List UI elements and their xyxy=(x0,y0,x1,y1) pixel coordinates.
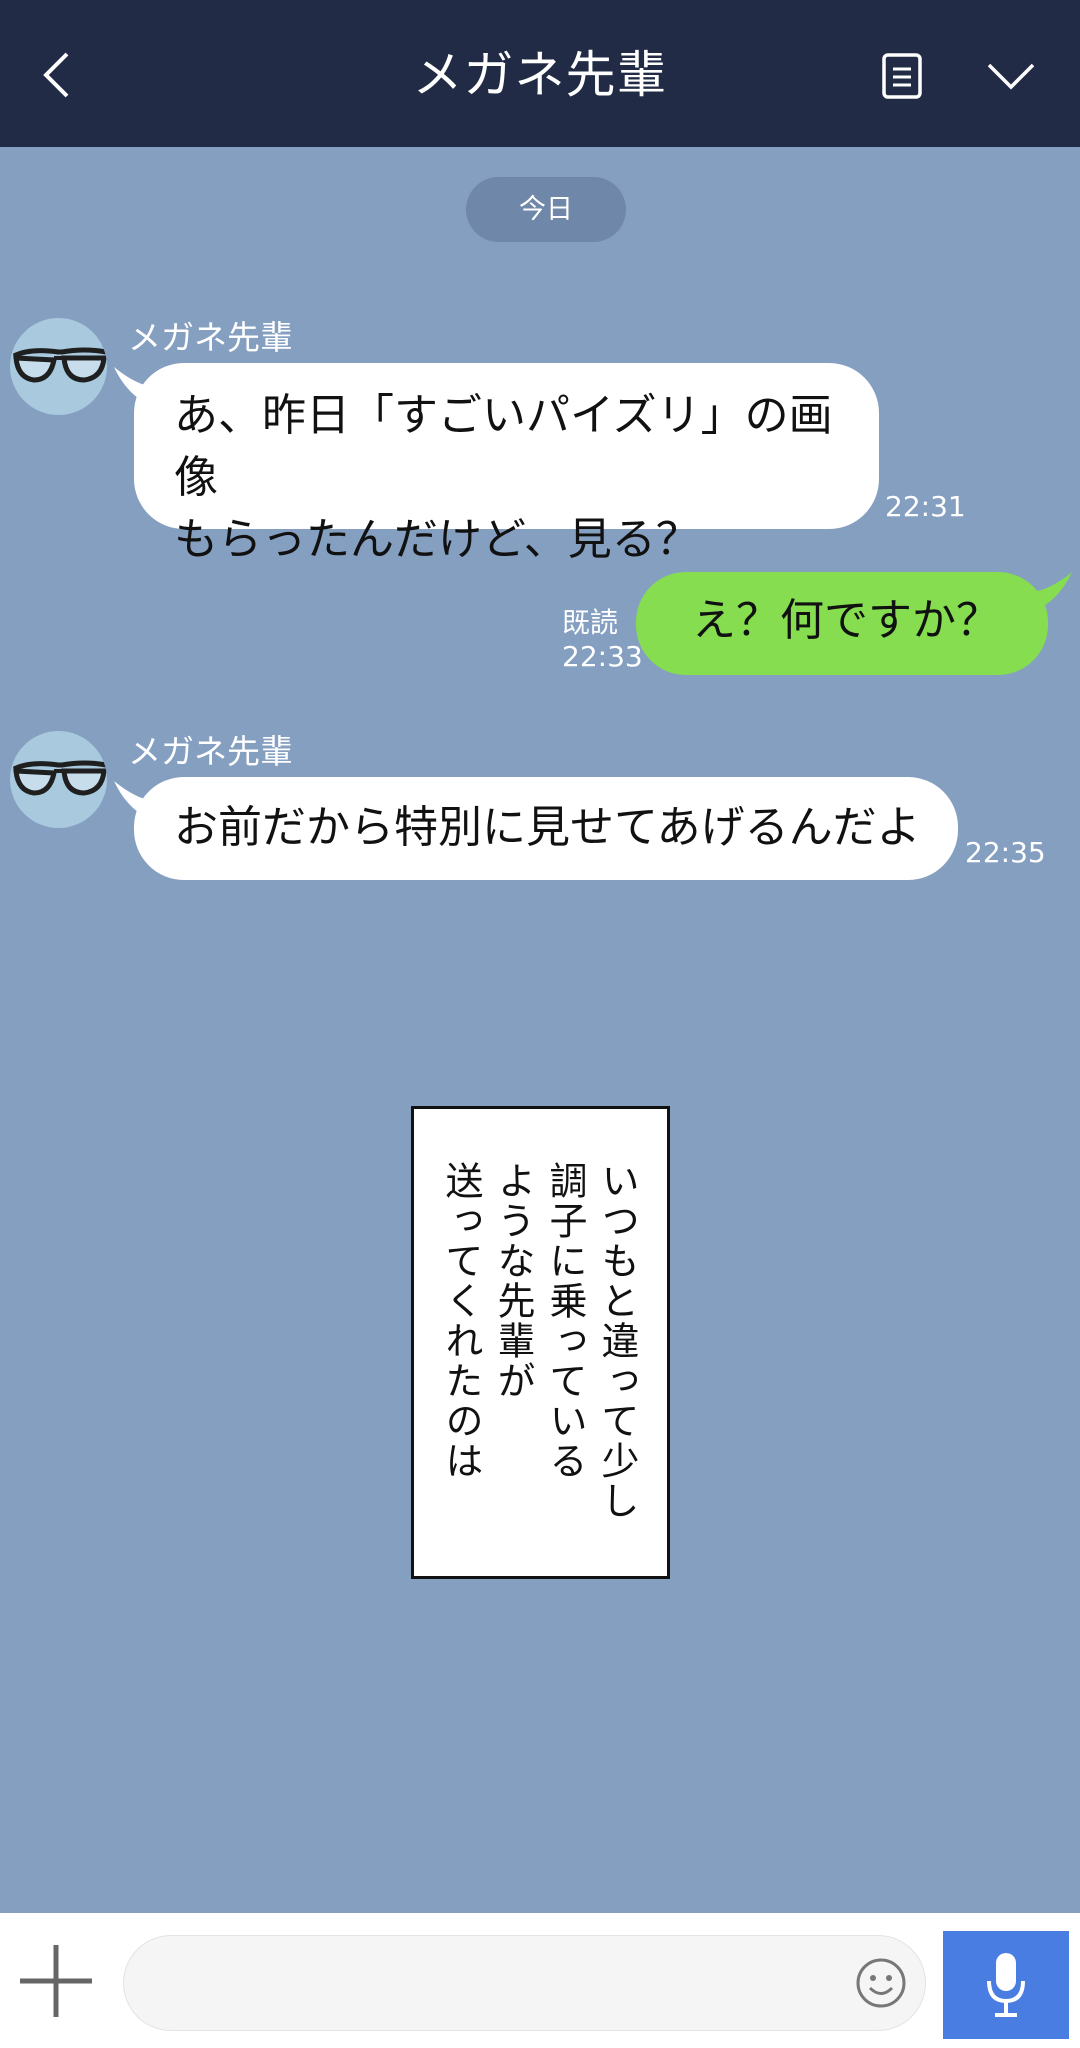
narration-line: いつもと違って少し xyxy=(595,1161,639,1521)
glasses-icon xyxy=(12,347,107,383)
bubble-tail xyxy=(1032,572,1072,612)
message-text-line: お前だから特別に見せてあげるんだよ xyxy=(174,802,921,853)
narration-line: 調子に乗っている xyxy=(543,1161,587,1481)
narration-box: いつもと違って少し 調子に乗っている ような先輩が 送ってくれたのは xyxy=(411,1106,670,1579)
message-time: 22:31 xyxy=(885,490,966,523)
avatar[interactable] xyxy=(10,318,107,415)
chevron-down-icon xyxy=(987,63,1035,90)
notes-button[interactable] xyxy=(878,52,926,100)
bubble-tail xyxy=(114,367,154,407)
sender-name: メガネ先輩 xyxy=(128,318,293,357)
narration-line: 送ってくれたのは xyxy=(439,1161,483,1481)
emoji-button[interactable] xyxy=(855,1957,907,2009)
message-text-line: もらったんだけど、見る？ xyxy=(174,514,700,565)
message-bubble-incoming[interactable]: あ、昨日「すごいパイズリ」の画像 もらったんだけど、見る？ xyxy=(114,363,879,565)
message-text-line: あ、昨日「すごいパイズリ」の画像 xyxy=(174,390,833,503)
message-text-line: え？何ですか？ xyxy=(692,595,1000,646)
smiley-icon xyxy=(856,1958,906,2008)
message-time: 22:33 xyxy=(562,640,643,673)
message-bubble-incoming[interactable]: お前だから特別に見せてあげるんだよ xyxy=(114,777,958,880)
menu-toggle-button[interactable] xyxy=(985,55,1037,95)
plus-icon xyxy=(20,1945,92,2017)
sender-name: メガネ先輩 xyxy=(128,732,293,771)
message-input[interactable] xyxy=(123,1935,926,2031)
add-attachment-button[interactable] xyxy=(18,1943,94,2019)
chat-header: メガネ先輩 xyxy=(0,0,1080,147)
date-separator: 今日 xyxy=(466,177,626,242)
read-status: 既読 xyxy=(562,606,619,639)
microphone-icon xyxy=(987,1953,1025,2017)
message-input-bar xyxy=(0,1913,1080,2048)
narration-line: ような先輩が xyxy=(491,1161,535,1401)
notes-icon xyxy=(882,53,922,99)
voice-message-button[interactable] xyxy=(943,1931,1069,2039)
bubble-tail xyxy=(114,781,154,821)
read-receipt: 既読 22:33 xyxy=(562,606,643,674)
glasses-icon xyxy=(12,760,107,796)
message-time: 22:35 xyxy=(965,836,1046,869)
avatar[interactable] xyxy=(10,731,107,828)
message-bubble-outgoing[interactable]: え？何ですか？ xyxy=(636,572,1072,675)
